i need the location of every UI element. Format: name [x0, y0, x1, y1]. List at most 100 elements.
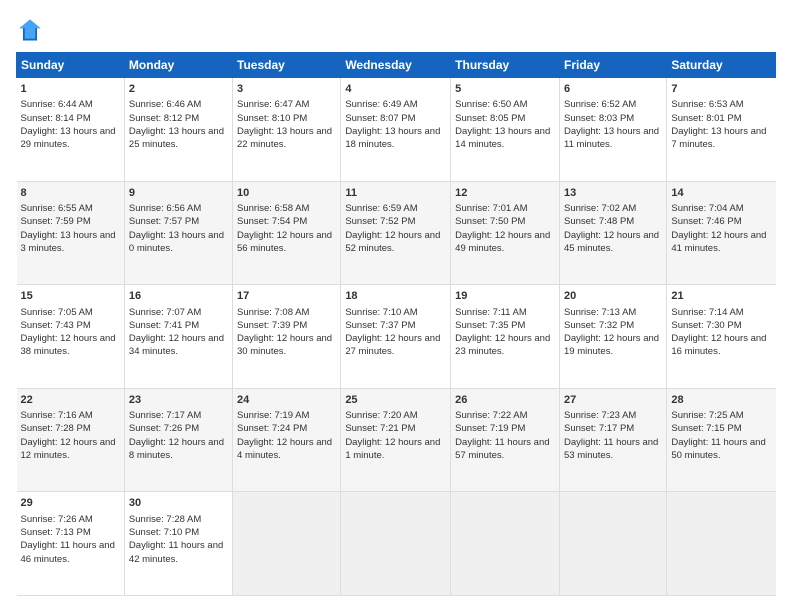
day-number: 1: [21, 82, 120, 97]
day-number: 26: [455, 393, 555, 408]
col-header-tuesday: Tuesday: [233, 53, 341, 78]
calendar-row-5: 29Sunrise: 7:26 AMSunset: 7:13 PMDayligh…: [17, 492, 776, 596]
day-number: 6: [564, 82, 662, 97]
sunrise-text: Sunrise: 7:10 AM: [345, 306, 446, 319]
sunrise-text: Sunrise: 7:08 AM: [237, 306, 336, 319]
sunset-text: Sunset: 7:50 PM: [455, 215, 555, 228]
sunrise-text: Sunrise: 7:16 AM: [21, 409, 120, 422]
col-header-thursday: Thursday: [451, 53, 560, 78]
page: SundayMondayTuesdayWednesdayThursdayFrid…: [0, 0, 792, 612]
day-number: 7: [671, 82, 771, 97]
day-number: 17: [237, 289, 336, 304]
sunset-text: Sunset: 7:52 PM: [345, 215, 446, 228]
sunrise-text: Sunrise: 7:07 AM: [129, 306, 228, 319]
day-number: 22: [21, 393, 120, 408]
calendar-row-2: 8Sunrise: 6:55 AMSunset: 7:59 PMDaylight…: [17, 181, 776, 285]
day-number: 20: [564, 289, 662, 304]
day-number: 19: [455, 289, 555, 304]
daylight-text: Daylight: 12 hours and 34 minutes.: [129, 332, 228, 359]
calendar-cell: 6Sunrise: 6:52 AMSunset: 8:03 PMDaylight…: [559, 78, 666, 182]
day-number: 25: [345, 393, 446, 408]
sunset-text: Sunset: 7:46 PM: [671, 215, 771, 228]
calendar-cell: [667, 492, 776, 596]
sunrise-text: Sunrise: 6:53 AM: [671, 98, 771, 111]
sunset-text: Sunset: 8:07 PM: [345, 112, 446, 125]
header: [16, 16, 776, 44]
day-number: 4: [345, 82, 446, 97]
daylight-text: Daylight: 13 hours and 3 minutes.: [21, 229, 120, 256]
calendar-cell: 2Sunrise: 6:46 AMSunset: 8:12 PMDaylight…: [124, 78, 232, 182]
daylight-text: Daylight: 12 hours and 12 minutes.: [21, 436, 120, 463]
sunrise-text: Sunrise: 6:56 AM: [129, 202, 228, 215]
day-number: 14: [671, 186, 771, 201]
calendar-cell: 19Sunrise: 7:11 AMSunset: 7:35 PMDayligh…: [451, 285, 560, 389]
sunrise-text: Sunrise: 7:17 AM: [129, 409, 228, 422]
daylight-text: Daylight: 12 hours and 56 minutes.: [237, 229, 336, 256]
sunset-text: Sunset: 7:28 PM: [21, 422, 120, 435]
calendar-row-4: 22Sunrise: 7:16 AMSunset: 7:28 PMDayligh…: [17, 388, 776, 492]
sunset-text: Sunset: 7:48 PM: [564, 215, 662, 228]
calendar-cell: 27Sunrise: 7:23 AMSunset: 7:17 PMDayligh…: [559, 388, 666, 492]
sunset-text: Sunset: 8:14 PM: [21, 112, 120, 125]
sunrise-text: Sunrise: 7:14 AM: [671, 306, 771, 319]
daylight-text: Daylight: 12 hours and 19 minutes.: [564, 332, 662, 359]
logo-icon: [16, 16, 44, 44]
sunset-text: Sunset: 7:43 PM: [21, 319, 120, 332]
calendar-cell: 16Sunrise: 7:07 AMSunset: 7:41 PMDayligh…: [124, 285, 232, 389]
calendar-cell: 4Sunrise: 6:49 AMSunset: 8:07 PMDaylight…: [341, 78, 451, 182]
calendar-cell: 9Sunrise: 6:56 AMSunset: 7:57 PMDaylight…: [124, 181, 232, 285]
daylight-text: Daylight: 13 hours and 29 minutes.: [21, 125, 120, 152]
sunrise-text: Sunrise: 6:44 AM: [21, 98, 120, 111]
sunset-text: Sunset: 7:10 PM: [129, 526, 228, 539]
calendar-cell: 1Sunrise: 6:44 AMSunset: 8:14 PMDaylight…: [17, 78, 125, 182]
calendar-row-1: 1Sunrise: 6:44 AMSunset: 8:14 PMDaylight…: [17, 78, 776, 182]
calendar-cell: 5Sunrise: 6:50 AMSunset: 8:05 PMDaylight…: [451, 78, 560, 182]
sunset-text: Sunset: 8:05 PM: [455, 112, 555, 125]
col-header-saturday: Saturday: [667, 53, 776, 78]
sunset-text: Sunset: 7:35 PM: [455, 319, 555, 332]
daylight-text: Daylight: 11 hours and 53 minutes.: [564, 436, 662, 463]
day-number: 18: [345, 289, 446, 304]
daylight-text: Daylight: 13 hours and 18 minutes.: [345, 125, 446, 152]
day-number: 13: [564, 186, 662, 201]
day-number: 2: [129, 82, 228, 97]
day-number: 24: [237, 393, 336, 408]
daylight-text: Daylight: 12 hours and 38 minutes.: [21, 332, 120, 359]
calendar-cell: 23Sunrise: 7:17 AMSunset: 7:26 PMDayligh…: [124, 388, 232, 492]
daylight-text: Daylight: 12 hours and 30 minutes.: [237, 332, 336, 359]
sunrise-text: Sunrise: 7:19 AM: [237, 409, 336, 422]
sunset-text: Sunset: 7:59 PM: [21, 215, 120, 228]
sunrise-text: Sunrise: 7:04 AM: [671, 202, 771, 215]
calendar-cell: 14Sunrise: 7:04 AMSunset: 7:46 PMDayligh…: [667, 181, 776, 285]
sunrise-text: Sunrise: 7:02 AM: [564, 202, 662, 215]
daylight-text: Daylight: 12 hours and 45 minutes.: [564, 229, 662, 256]
sunset-text: Sunset: 7:21 PM: [345, 422, 446, 435]
daylight-text: Daylight: 12 hours and 16 minutes.: [671, 332, 771, 359]
calendar-cell: [559, 492, 666, 596]
day-number: 9: [129, 186, 228, 201]
calendar-cell: 18Sunrise: 7:10 AMSunset: 7:37 PMDayligh…: [341, 285, 451, 389]
calendar-cell: 7Sunrise: 6:53 AMSunset: 8:01 PMDaylight…: [667, 78, 776, 182]
sunrise-text: Sunrise: 7:01 AM: [455, 202, 555, 215]
calendar-cell: [451, 492, 560, 596]
day-number: 15: [21, 289, 120, 304]
daylight-text: Daylight: 11 hours and 42 minutes.: [129, 539, 228, 566]
calendar-cell: [233, 492, 341, 596]
logo: [16, 16, 48, 44]
calendar-row-3: 15Sunrise: 7:05 AMSunset: 7:43 PMDayligh…: [17, 285, 776, 389]
daylight-text: Daylight: 12 hours and 4 minutes.: [237, 436, 336, 463]
sunset-text: Sunset: 7:32 PM: [564, 319, 662, 332]
calendar-cell: 21Sunrise: 7:14 AMSunset: 7:30 PMDayligh…: [667, 285, 776, 389]
calendar-cell: 30Sunrise: 7:28 AMSunset: 7:10 PMDayligh…: [124, 492, 232, 596]
daylight-text: Daylight: 12 hours and 41 minutes.: [671, 229, 771, 256]
sunrise-text: Sunrise: 6:49 AM: [345, 98, 446, 111]
calendar-cell: [341, 492, 451, 596]
calendar-cell: 11Sunrise: 6:59 AMSunset: 7:52 PMDayligh…: [341, 181, 451, 285]
day-number: 23: [129, 393, 228, 408]
daylight-text: Daylight: 13 hours and 22 minutes.: [237, 125, 336, 152]
sunrise-text: Sunrise: 6:55 AM: [21, 202, 120, 215]
sunset-text: Sunset: 8:01 PM: [671, 112, 771, 125]
calendar-table: SundayMondayTuesdayWednesdayThursdayFrid…: [16, 52, 776, 596]
sunset-text: Sunset: 7:15 PM: [671, 422, 771, 435]
day-number: 3: [237, 82, 336, 97]
